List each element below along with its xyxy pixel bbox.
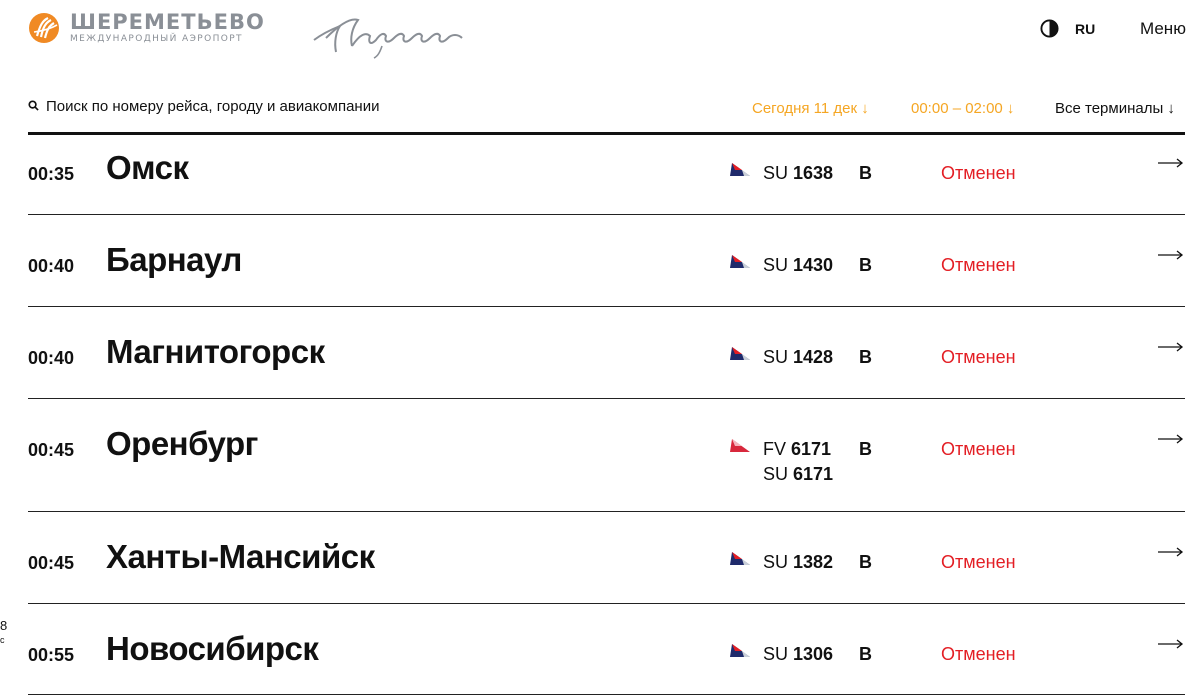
departure-time: 00:35 xyxy=(28,164,75,184)
terminal: B xyxy=(859,552,872,572)
arrow-right-icon[interactable] xyxy=(1158,341,1184,353)
departure-time: 00:45 xyxy=(28,440,75,460)
menu-button[interactable]: Меню xyxy=(1140,19,1186,39)
aeroflot-logo-icon xyxy=(730,163,750,176)
rossiya-logo-icon xyxy=(730,439,750,452)
search-icon xyxy=(28,100,39,111)
arrow-right-icon[interactable] xyxy=(1158,249,1184,261)
search-input[interactable] xyxy=(46,95,466,117)
flight-row[interactable]: 00:35 Омск SU 1638 B Отменен xyxy=(28,135,1185,215)
pushkin-signature-logo xyxy=(313,18,463,59)
flight-number: FV 6171 xyxy=(763,439,832,459)
departure-time: 00:40 xyxy=(28,348,75,368)
flight-row[interactable]: 00:55 Новосибирск SU 1306 B Отменен xyxy=(28,604,1185,695)
flight-number: SU 1428 xyxy=(763,347,834,367)
terminal: B xyxy=(859,644,872,664)
flight-status: Отменен xyxy=(941,439,1016,459)
date-filter[interactable]: Сегодня 11 дек ↓ xyxy=(752,100,869,117)
terminal: B xyxy=(859,163,872,183)
logo-title: ШЕРЕМЕТЬЕВО xyxy=(70,10,265,34)
destination-city: Магнитогорск xyxy=(106,333,325,370)
arrow-right-icon[interactable] xyxy=(1158,433,1184,445)
logo-subtitle: МЕЖДУНАРОДНЫЙ АЭРОПОРТ xyxy=(70,34,243,44)
flight-number: SU 1638 xyxy=(763,163,834,183)
destination-city: Оренбург xyxy=(106,425,258,462)
aeroflot-logo-icon xyxy=(730,644,750,657)
flight-row[interactable]: 00:45 Оренбург FV 6171 SU 6171 B Отменен xyxy=(28,399,1185,512)
flight-status: Отменен xyxy=(941,255,1016,275)
departure-time: 00:45 xyxy=(28,553,75,573)
site-header: ШЕРЕМЕТЬЕВО МЕЖДУНАРОДНЫЙ АЭРОПОРТ RU Ме… xyxy=(0,0,1200,70)
flight-number: SU 1430 xyxy=(763,255,834,275)
arrow-right-icon[interactable] xyxy=(1158,157,1184,169)
departure-time: 00:40 xyxy=(28,256,75,276)
arrow-right-icon[interactable] xyxy=(1158,546,1184,558)
aeroflot-logo-icon xyxy=(730,255,750,268)
flight-status: Отменен xyxy=(941,163,1016,183)
flight-filters: Сегодня 11 дек ↓ 00:00 – 02:00 ↓ Все тер… xyxy=(0,92,1200,132)
language-switcher[interactable]: RU xyxy=(1075,21,1095,37)
logo-wordmark[interactable]: ШЕРЕМЕТЬЕВО МЕЖДУНАРОДНЫЙ АЭРОПОРТ xyxy=(70,12,265,45)
terminal: B xyxy=(859,439,872,459)
aeroflot-logo-icon xyxy=(730,347,750,360)
flight-status: Отменен xyxy=(941,347,1016,367)
destination-city: Новосибирск xyxy=(106,630,319,667)
terminal: B xyxy=(859,347,872,367)
destination-city: Барнаул xyxy=(106,241,242,278)
destination-city: Ханты-Мансийск xyxy=(106,538,375,575)
flight-status: Отменен xyxy=(941,552,1016,572)
flight-row[interactable]: 00:45 Ханты-Мансийск SU 1382 B Отменен xyxy=(28,512,1185,604)
terminal-filter[interactable]: Все терминалы ↓ xyxy=(1055,100,1175,117)
flight-status: Отменен xyxy=(941,644,1016,664)
contrast-toggle-icon[interactable] xyxy=(1040,19,1059,38)
arrow-right-icon[interactable] xyxy=(1158,638,1184,650)
time-range-filter[interactable]: 00:00 – 02:00 ↓ xyxy=(911,100,1014,117)
terminal: B xyxy=(859,255,872,275)
side-widget-label: с xyxy=(0,635,5,645)
flight-number: SU 1382 xyxy=(763,552,834,572)
aeroflot-logo-icon xyxy=(730,552,750,565)
codeshare-flight-number: SU 6171 xyxy=(763,464,834,484)
flight-row[interactable]: 00:40 Барнаул SU 1430 B Отменен xyxy=(28,215,1185,307)
departure-time: 00:55 xyxy=(28,645,75,665)
flight-row[interactable]: 00:40 Магнитогорск SU 1428 B Отменен xyxy=(28,307,1185,399)
sheremetyevo-logo-icon[interactable] xyxy=(28,12,60,44)
flight-number: SU 1306 xyxy=(763,644,834,664)
side-widget-number[interactable]: 8 xyxy=(0,618,7,633)
destination-city: Омск xyxy=(106,149,189,186)
